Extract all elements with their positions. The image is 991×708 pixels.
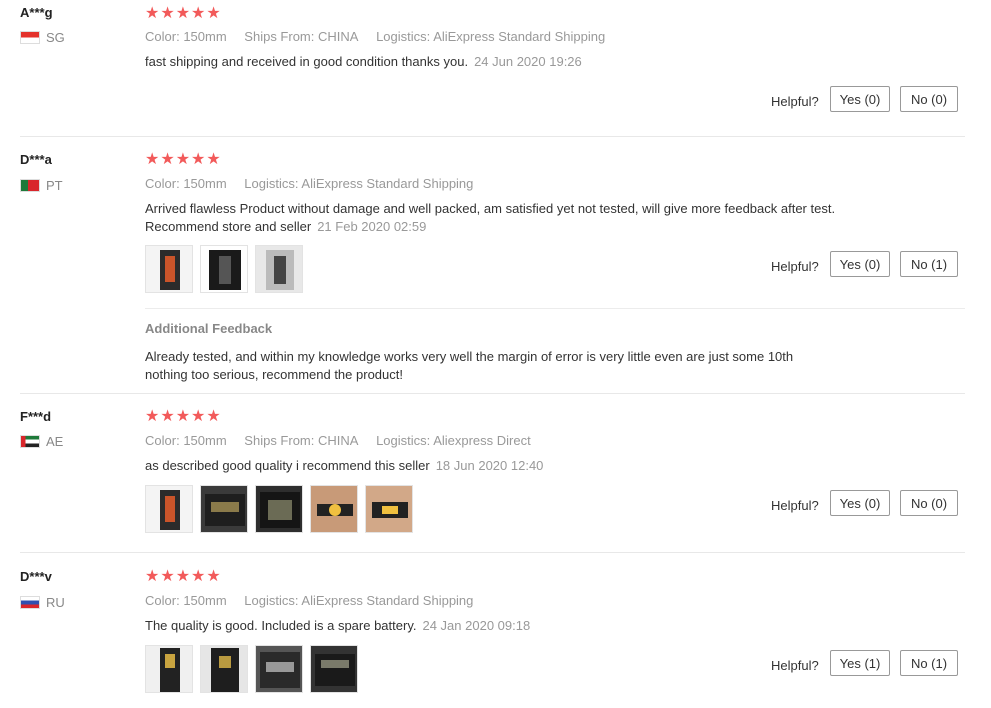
helpful-no-button[interactable]: No (0)	[900, 86, 958, 112]
color-value: 150mm	[183, 593, 227, 608]
logistics-label: Logistics:	[244, 176, 299, 191]
review-photo-thumbnail[interactable]	[255, 645, 303, 693]
helpful-yes-button[interactable]: Yes (0)	[830, 86, 890, 112]
review-photo-thumbnail[interactable]	[365, 485, 413, 533]
review-body: The quality is good. Included is a spare…	[145, 618, 417, 633]
helpful-label: Helpful?	[771, 658, 819, 673]
flag-ru-icon	[20, 596, 40, 609]
star-rating: ★★★★★	[145, 5, 222, 22]
review-photo-thumbnail[interactable]	[145, 645, 193, 693]
review-body: fast shipping and received in good condi…	[145, 54, 469, 69]
star-rating: ★★★★★	[145, 151, 222, 168]
ships-from-label: Ships From:	[244, 433, 315, 448]
country-code: RU	[46, 595, 65, 610]
country-code: AE	[46, 434, 64, 449]
review-text: fast shipping and received in good condi…	[145, 53, 850, 71]
color-value: 150mm	[183, 433, 227, 448]
additional-feedback-divider	[145, 308, 965, 309]
helpful-yes-button[interactable]: Yes (0)	[830, 251, 890, 277]
review-meta: Color: 150mm Logistics: AliExpress Stand…	[145, 593, 473, 608]
helpful-yes-button[interactable]: Yes (0)	[830, 490, 890, 516]
star-rating: ★★★★★	[145, 408, 222, 425]
review-date: 18 Jun 2020 12:40	[435, 458, 544, 473]
review-photo-thumbnail[interactable]	[145, 485, 193, 533]
review-date: 21 Feb 2020 02:59	[317, 219, 427, 234]
review-photo-thumbnail[interactable]	[255, 485, 303, 533]
review-meta: Color: 150mm Logistics: AliExpress Stand…	[145, 176, 473, 191]
reviewer-country: SG	[20, 30, 65, 45]
reviewer-name: D***a	[20, 152, 52, 167]
ships-from-value: CHINA	[318, 29, 359, 44]
review-body: as described good quality i recommend th…	[145, 458, 430, 473]
reviewer-name: D***v	[20, 569, 52, 584]
reviewer-name: F***d	[20, 409, 52, 424]
review-photo-thumbnail[interactable]	[200, 485, 248, 533]
reviewer-country: PT	[20, 178, 63, 193]
review-text: as described good quality i recommend th…	[145, 457, 850, 475]
color-value: 150mm	[183, 29, 227, 44]
review-text: The quality is good. Included is a spare…	[145, 617, 850, 635]
logistics-value: Aliexpress Direct	[433, 433, 531, 448]
star-rating: ★★★★★	[145, 568, 222, 585]
review-text: Arrived flawless Product without damage …	[145, 200, 850, 236]
logistics-label: Logistics:	[376, 29, 431, 44]
review-divider	[20, 393, 965, 394]
review-photo-thumbnail[interactable]	[310, 485, 358, 533]
flag-pt-icon	[20, 179, 40, 192]
helpful-label: Helpful?	[771, 498, 819, 513]
additional-feedback-title: Additional Feedback	[145, 321, 273, 336]
helpful-no-button[interactable]: No (0)	[900, 490, 958, 516]
helpful-label: Helpful?	[771, 94, 819, 109]
reviewer-country: RU	[20, 595, 65, 610]
country-code: PT	[46, 178, 63, 193]
review-divider	[20, 136, 965, 137]
review-photo-thumbnail[interactable]	[200, 645, 248, 693]
review-date: 24 Jan 2020 09:18	[422, 618, 531, 633]
logistics-label: Logistics:	[376, 433, 431, 448]
logistics-value: AliExpress Standard Shipping	[433, 29, 606, 44]
review-meta: Color: 150mm Ships From: CHINA Logistics…	[145, 433, 531, 448]
logistics-value: AliExpress Standard Shipping	[301, 176, 474, 191]
color-value: 150mm	[183, 176, 227, 191]
review-photo-thumbnail[interactable]	[200, 245, 248, 293]
helpful-no-button[interactable]: No (1)	[900, 251, 958, 277]
review-divider	[20, 552, 965, 553]
color-label: Color:	[145, 29, 180, 44]
ships-from-label: Ships From:	[244, 29, 315, 44]
reviewer-name: A***g	[20, 5, 53, 20]
review-body: Arrived flawless Product without damage …	[145, 201, 836, 234]
helpful-label: Helpful?	[771, 259, 819, 274]
reviewer-country: AE	[20, 434, 63, 449]
ships-from-value: CHINA	[318, 433, 359, 448]
flag-ae-icon	[20, 435, 40, 448]
color-label: Color:	[145, 593, 180, 608]
review-photo-thumbnail[interactable]	[310, 645, 358, 693]
country-code: SG	[46, 30, 65, 45]
logistics-label: Logistics:	[244, 593, 299, 608]
review-meta: Color: 150mm Ships From: CHINA Logistics…	[145, 29, 605, 44]
color-label: Color:	[145, 176, 180, 191]
helpful-yes-button[interactable]: Yes (1)	[830, 650, 890, 676]
color-label: Color:	[145, 433, 180, 448]
logistics-value: AliExpress Standard Shipping	[301, 593, 474, 608]
review-date: 24 Jun 2020 19:26	[474, 54, 582, 69]
helpful-no-button[interactable]: No (1)	[900, 650, 958, 676]
review-photo-thumbnail[interactable]	[145, 245, 193, 293]
flag-sg-icon	[20, 31, 40, 44]
review-photo-thumbnail[interactable]	[255, 245, 303, 293]
additional-feedback-text: Already tested, and within my knowledge …	[145, 349, 794, 382]
